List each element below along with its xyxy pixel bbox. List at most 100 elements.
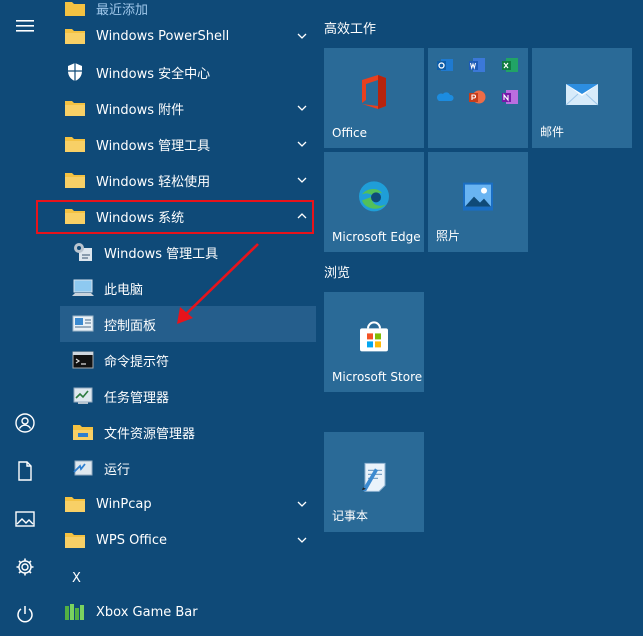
powerpoint-icon <box>468 88 486 106</box>
app-item-winpcap[interactable]: WinPcap <box>60 486 316 522</box>
app-label: 文件资源管理器 <box>104 426 196 442</box>
chevron-up-icon <box>292 206 312 226</box>
admin-tools-icon <box>72 241 94 263</box>
onenote-icon <box>501 88 519 106</box>
onedrive-icon <box>436 88 454 106</box>
outlook-icon <box>436 56 454 74</box>
app-label: 控制面板 <box>104 318 157 334</box>
document-icon <box>18 461 32 481</box>
pictures-icon <box>15 511 35 527</box>
settings-button[interactable] <box>0 549 50 585</box>
app-label: Windows 管理工具 <box>104 246 219 262</box>
tile-office[interactable]: Office <box>324 48 424 148</box>
chevron-down-icon <box>292 98 312 118</box>
app-label: Windows 安全中心 <box>96 66 211 82</box>
system-item-task-manager[interactable]: 任务管理器 <box>60 378 316 414</box>
app-label: Windows 管理工具 <box>96 138 211 154</box>
app-label: 命令提示符 <box>104 354 170 370</box>
tile-photos[interactable]: 照片 <box>428 152 528 252</box>
tile-label: 邮件 <box>540 125 565 139</box>
chevron-down-icon <box>292 494 312 514</box>
store-icon <box>358 320 390 356</box>
app-label: Xbox Game Bar <box>96 604 198 620</box>
folder-icon <box>64 205 86 227</box>
app-item-xbox-game-bar[interactable]: Xbox Game Bar <box>60 594 316 630</box>
app-item-ease-of-access[interactable]: Windows 轻松使用 <box>60 162 316 198</box>
app-label: WinPcap <box>96 496 152 512</box>
file-explorer-icon <box>72 421 94 443</box>
excel-icon <box>501 56 519 74</box>
tile-group-title-browse: 浏览 <box>324 266 351 281</box>
left-rail <box>0 0 50 636</box>
notepad-icon <box>359 460 389 496</box>
app-label: 任务管理器 <box>104 390 170 406</box>
shield-icon <box>64 61 86 83</box>
system-item-this-pc[interactable]: 此电脑 <box>60 270 316 306</box>
app-label: Windows PowerShell <box>96 28 230 44</box>
power-button[interactable] <box>0 596 50 632</box>
chevron-down-icon <box>292 134 312 154</box>
tile-office-apps-folder[interactable] <box>428 48 528 148</box>
app-label: Windows 附件 <box>96 102 185 118</box>
tile-group-title-productivity: 高效工作 <box>324 22 377 37</box>
folder-icon <box>64 0 86 19</box>
app-label: Windows 轻松使用 <box>96 174 211 190</box>
letter-header-x[interactable]: X <box>60 560 316 596</box>
tile-label: Microsoft Store <box>332 370 423 384</box>
chevron-down-icon <box>292 26 312 46</box>
app-label: WPS Office <box>96 532 168 548</box>
app-item-windows-system[interactable]: Windows 系统 <box>60 198 316 234</box>
hamburger-icon <box>16 20 34 32</box>
task-manager-icon <box>72 385 94 407</box>
recently-added-label: 最近添加 <box>96 2 149 18</box>
folder-icon <box>64 493 86 515</box>
tile-notepad[interactable]: 记事本 <box>324 432 424 532</box>
control-panel-icon <box>72 313 94 335</box>
letter-x: X <box>72 570 81 586</box>
hamburger-menu-button[interactable] <box>0 8 50 44</box>
system-item-control-panel[interactable]: 控制面板 <box>60 306 316 342</box>
chevron-down-icon <box>292 530 312 550</box>
system-item-admin-tools[interactable]: Windows 管理工具 <box>60 234 316 270</box>
documents-button[interactable] <box>0 453 50 489</box>
folder-icon <box>64 25 86 47</box>
run-icon <box>72 457 94 479</box>
app-item-wps-office[interactable]: WPS Office <box>60 522 316 558</box>
mail-icon <box>565 80 599 110</box>
app-item-powershell[interactable]: Windows PowerShell <box>60 18 316 54</box>
app-item-accessories[interactable]: Windows 附件 <box>60 90 316 126</box>
word-icon <box>468 56 486 74</box>
folder-icon <box>64 529 86 551</box>
tile-label: 照片 <box>436 229 461 243</box>
office-icon <box>358 74 390 114</box>
edge-icon <box>358 180 390 216</box>
user-icon <box>15 413 35 433</box>
folder-icon <box>64 133 86 155</box>
gear-icon <box>16 558 34 576</box>
app-list: 最近添加 Windows PowerShell Windows 安全中心 Win… <box>50 0 316 636</box>
cmd-icon <box>72 349 94 371</box>
xbox-game-bar-icon <box>64 601 86 623</box>
app-label: 运行 <box>104 462 131 478</box>
computer-icon <box>72 277 94 299</box>
app-label: 此电脑 <box>104 282 144 298</box>
photos-icon <box>462 182 494 216</box>
tile-microsoft-store[interactable]: Microsoft Store <box>324 292 424 392</box>
tile-label: Microsoft Edge <box>332 230 421 244</box>
system-item-run[interactable]: 运行 <box>60 450 316 486</box>
chevron-down-icon <box>292 170 312 190</box>
folder-icon <box>64 97 86 119</box>
app-label: Windows 系统 <box>96 210 185 226</box>
system-item-cmd[interactable]: 命令提示符 <box>60 342 316 378</box>
user-button[interactable] <box>0 405 50 441</box>
tile-label: 记事本 <box>332 509 369 523</box>
tile-mail[interactable]: 邮件 <box>532 48 632 148</box>
tile-label: Office <box>332 126 368 140</box>
pictures-button[interactable] <box>0 501 50 537</box>
tile-microsoft-edge[interactable]: Microsoft Edge <box>324 152 424 252</box>
system-item-file-explorer[interactable]: 文件资源管理器 <box>60 414 316 450</box>
app-item-admin-tools-folder[interactable]: Windows 管理工具 <box>60 126 316 162</box>
folder-icon <box>64 169 86 191</box>
app-item-security-center[interactable]: Windows 安全中心 <box>60 54 316 90</box>
power-icon <box>17 606 33 623</box>
